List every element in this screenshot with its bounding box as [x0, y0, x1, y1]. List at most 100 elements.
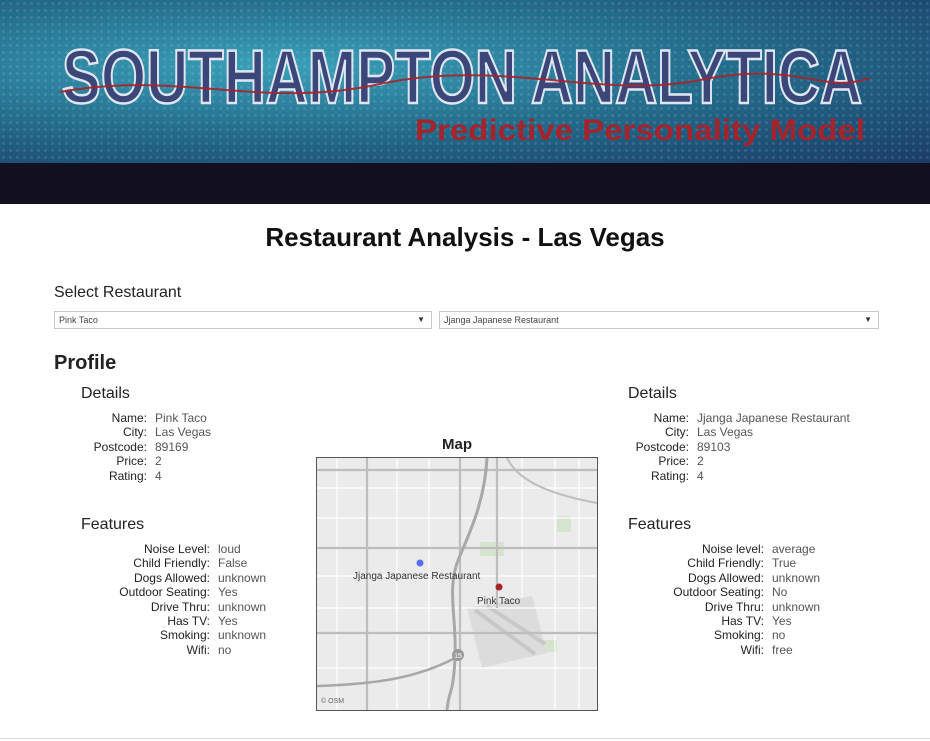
kv-row: Dogs Allowed: unknown	[600, 571, 820, 585]
kv-key: Name:	[111, 411, 147, 425]
kv-row: Wifi: free	[600, 643, 820, 657]
kv-value: unknown	[218, 599, 267, 614]
kv-key: Rating:	[650, 468, 689, 483]
map-view[interactable]: 15 Jjanga Japanese Restaurant Pink Taco …	[316, 457, 598, 711]
right-features-list: Noise level: average Child Friendly: True Do…	[600, 542, 820, 657]
kv-value: Yes	[772, 614, 792, 629]
kv-row: Drive Thru: unknown	[600, 600, 820, 614]
kv-key: Smoking:	[159, 628, 210, 643]
kv-key: Rating:	[108, 468, 147, 483]
kv-value: loud	[218, 542, 241, 556]
highway-shield-label: 15	[454, 653, 462, 660]
kv-key: City:	[665, 425, 689, 440]
kv-value: unknown	[772, 570, 821, 585]
header-banner: SOUTHAMPTON ANALYTICA Predictive Persona…	[0, 0, 930, 163]
kv-row: City: Las Vegas	[54, 425, 211, 439]
kv-key: Price:	[116, 454, 147, 469]
kv-row: Wifi: no	[54, 643, 266, 657]
kv-row: Postcode: 89103	[600, 440, 850, 454]
kv-key: Postcode:	[93, 439, 147, 454]
kv-key: Has TV:	[167, 614, 210, 629]
kv-key: Noise level:	[701, 542, 764, 556]
select-restaurant-label: Select Restaurant	[54, 284, 182, 301]
kv-key: Outdoor Seating:	[673, 585, 764, 600]
kv-value: 4	[155, 468, 162, 483]
kv-value: Yes	[218, 614, 238, 629]
kv-row: Child Friendly: True	[600, 556, 820, 570]
kv-value: 2	[697, 454, 704, 469]
kv-row: Dogs Allowed: unknown	[54, 571, 266, 585]
kv-value: unknown	[218, 628, 267, 643]
kv-key: Wifi:	[186, 642, 210, 657]
kv-key: Noise Level:	[143, 542, 210, 556]
kv-value: Pink Taco	[155, 411, 207, 425]
kv-value: No	[772, 585, 788, 600]
kv-row: Price: 2	[54, 454, 211, 468]
kv-value: unknown	[218, 570, 267, 585]
left-features-title: Features	[81, 516, 145, 533]
kv-value: 89169	[155, 439, 189, 454]
kv-value: no	[218, 642, 232, 657]
kv-key: Drive Thru:	[150, 599, 210, 614]
map-attribution: © OSM	[321, 697, 344, 705]
kv-key: Name:	[653, 411, 689, 425]
banner-subtitle: Predictive Personality Model	[415, 114, 865, 147]
left-details-title: Details	[81, 385, 130, 402]
kv-row: Name: Pink Taco	[54, 411, 211, 425]
map-title: Map	[442, 436, 472, 453]
left-details-list: Name: Pink Taco City: Las Vegas Postcode: 891…	[54, 411, 211, 483]
kv-value: unknown	[772, 599, 821, 614]
kv-key: City:	[123, 425, 147, 440]
kv-key: Price:	[658, 454, 689, 469]
left-features-list: Noise Level: loud Child Friendly: False Dogs…	[54, 542, 266, 657]
header-bar	[0, 163, 930, 204]
kv-row: Noise level: average	[600, 542, 820, 556]
kv-value: Las Vegas	[697, 425, 754, 440]
kv-key: Drive Thru:	[704, 599, 764, 614]
kv-row: Smoking: no	[600, 628, 820, 642]
kv-value: no	[772, 628, 786, 643]
kv-row: Price: 2	[600, 454, 850, 468]
caret-down-icon: ▼	[864, 315, 872, 324]
kv-row: Child Friendly: False	[54, 556, 266, 570]
restaurant-select-left-value: Pink Taco	[59, 315, 98, 325]
kv-key: Dogs Allowed:	[687, 570, 764, 585]
right-details-title: Details	[628, 385, 677, 402]
jjanga-marker[interactable]	[416, 559, 424, 567]
kv-row: Drive Thru: unknown	[54, 600, 266, 614]
kv-value: Las Vegas	[155, 425, 212, 440]
kv-key: Has TV:	[721, 614, 764, 629]
profile-heading: Profile	[54, 352, 117, 374]
restaurant-select-left[interactable]: Pink Taco ▼	[54, 311, 432, 329]
kv-row: Noise Level: loud	[54, 542, 266, 556]
banner-logo: SOUTHAMPTON ANALYTICA Predictive Persona…	[59, 34, 871, 147]
caret-down-icon: ▼	[417, 315, 425, 324]
kv-row: Postcode: 89169	[54, 440, 211, 454]
kv-key: Smoking:	[713, 628, 764, 643]
kv-row: Name: Jjanga Japanese Restaurant	[600, 411, 850, 425]
kv-value: Jjanga Japanese Restaurant	[697, 411, 850, 425]
kv-value: 89103	[697, 439, 731, 454]
kv-value: free	[772, 642, 793, 657]
right-features-title: Features	[628, 516, 692, 533]
kv-row: Has TV: Yes	[600, 614, 820, 628]
jjanga-marker-label: Jjanga Japanese Restaurant	[353, 571, 481, 582]
kv-row: Smoking: unknown	[54, 628, 266, 642]
kv-value: 4	[697, 468, 704, 483]
banner-title: SOUTHAMPTON ANALYTICA	[62, 35, 862, 120]
right-details-list: Name: Jjanga Japanese Restaurant City: Las …	[600, 411, 850, 483]
restaurant-select-right-value: Jjanga Japanese Restaurant	[444, 315, 559, 325]
kv-key: Dogs Allowed:	[133, 570, 210, 585]
pink-taco-marker-label: Pink Taco	[477, 596, 521, 607]
restaurant-select-right[interactable]: Jjanga Japanese Restaurant ▼	[439, 311, 879, 329]
kv-value: average	[772, 542, 816, 556]
kv-row: Has TV: Yes	[54, 614, 266, 628]
page-title: Restaurant Analysis - Las Vegas	[265, 222, 665, 252]
kv-key: Outdoor Seating:	[119, 585, 210, 600]
kv-key: Child Friendly:	[133, 556, 210, 571]
kv-row: Outdoor Seating: No	[600, 585, 820, 599]
pink-taco-marker[interactable]	[495, 583, 503, 591]
kv-row: Outdoor Seating: Yes	[54, 585, 266, 599]
kv-value: Yes	[218, 585, 238, 600]
kv-row: Rating: 4	[600, 469, 850, 483]
